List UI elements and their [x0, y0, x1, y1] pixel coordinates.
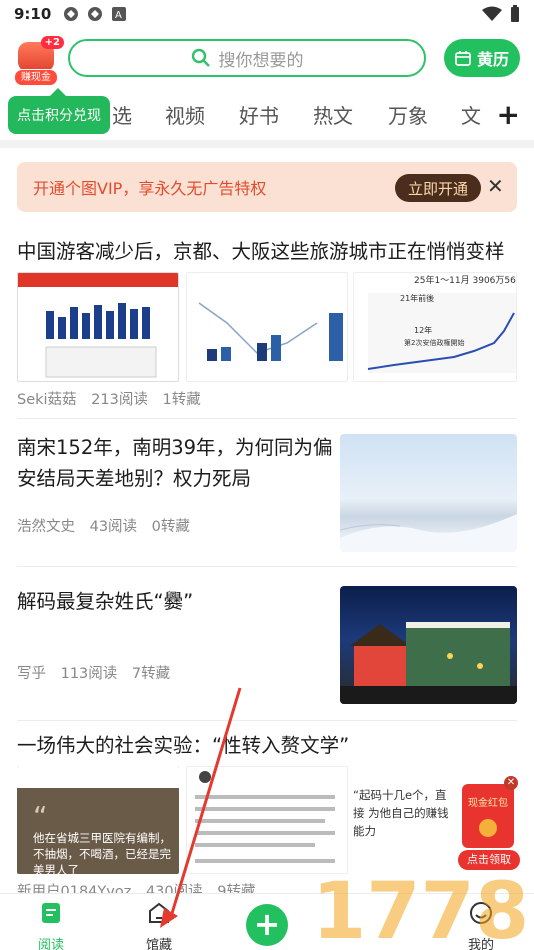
read-icon [42, 903, 60, 923]
article-image: “起码十几e个，直接 为他自己的赚钱能力 [353, 766, 453, 874]
article-meta: 浩然文史 43阅读 0转藏 [17, 515, 200, 536]
article-image [340, 434, 517, 552]
collection-house-icon [149, 902, 169, 923]
article-image [186, 766, 348, 874]
article-shares: 7转藏 [131, 666, 171, 682]
calendar-icon [455, 51, 471, 66]
chart-note: 21年前後 [400, 293, 434, 303]
close-icon[interactable]: ✕ [504, 776, 518, 790]
tab-books[interactable]: 好书 [239, 100, 279, 129]
divider [17, 720, 517, 721]
chart-note: 第2次安倍政権開始 [404, 338, 464, 347]
divider [17, 566, 517, 567]
article-shares: 0转藏 [151, 519, 190, 535]
gift-label: 赚现金 [14, 69, 58, 86]
vip-banner-text: 开通个图VIP，享永久无广告特权 [33, 179, 267, 198]
svg-text:A: A [115, 10, 122, 21]
trend-chart-thumbnail: 25年1～11月 3906万5600 21年前後 12年 第2次安倍政権開始 [367, 274, 517, 373]
article-item[interactable]: 解码最复杂姓氏“爨” [17, 586, 333, 617]
article-image [17, 272, 179, 382]
article-item[interactable]: 南宋152年，南明39年，为何同为偏安结局天差地别？权力死局 [17, 432, 333, 494]
night-building-image [340, 622, 517, 704]
svg-text:1778: 1778 [312, 867, 529, 950]
article-image [340, 586, 517, 704]
article-image [186, 272, 348, 382]
screenshot-header [17, 766, 179, 788]
app-a-icon: A [112, 7, 127, 21]
chart-note: 12年 [414, 325, 432, 335]
almanac-button[interactable]: 黄历 [444, 39, 520, 77]
add-button[interactable]: + [246, 904, 288, 946]
tab-video[interactable]: 视频 [165, 100, 205, 129]
quote-text: 他在省城三甲医院有编制，不抽烟，不喝酒，已经是完美男人了 [33, 831, 171, 874]
coin-icon [479, 819, 497, 837]
earn-cash-button[interactable]: +2 赚现金 [14, 36, 64, 86]
red-packet-card[interactable]: 现金红包 [462, 784, 514, 848]
red-packet-title: 现金红包 [468, 798, 508, 809]
article-title: 中国游客减少后，京都、大阪这些旅游城市正在悄悄变样 [17, 240, 505, 263]
line-bar-chart-thumbnail [198, 302, 343, 361]
cash-red-packet-widget[interactable]: 现金红包 ✕ 点击领取 [458, 776, 520, 870]
vip-open-button[interactable]: 立即开通 [395, 174, 481, 202]
article-reads: 213阅读 [91, 392, 148, 408]
battery-icon [511, 5, 519, 22]
article-title: 解码最复杂姓氏“爨” [17, 590, 194, 613]
almanac-label: 黄历 [476, 50, 509, 69]
nav-collect-label: 馆藏 [146, 938, 173, 950]
text-screenshot-thumbnail [195, 771, 335, 863]
nav-read-label: 阅读 [38, 938, 65, 950]
header: +2 赚现金 搜你想要的 黄历 [0, 30, 534, 90]
article-item[interactable]: 中国游客减少后，京都、大阪这些旅游城市正在悄悄变样 [17, 236, 517, 267]
article-reads: 43阅读 [89, 519, 138, 535]
article-meta: 写乎 113阅读 7转藏 [17, 662, 180, 683]
article-image: 25年1～11月 3906万5600 21年前後 12年 第2次安倍政権開始 [353, 272, 517, 382]
article-title: 一场伟大的社会实验：“性转入赘文学” [17, 734, 350, 757]
snow-landscape-image [340, 514, 517, 552]
bar-chart-thumbnail [45, 303, 157, 378]
site-watermark-logo: 1778 [312, 867, 529, 950]
tab-recommended[interactable]: 选 [112, 100, 132, 129]
app-notification-icon [64, 7, 79, 21]
add-channel-icon[interactable]: + [497, 98, 520, 131]
article-author[interactable]: 写乎 [17, 666, 46, 682]
chart-caption: 25年1～11月 3906万5600 [414, 274, 517, 286]
search-icon [191, 48, 210, 67]
close-icon[interactable]: ✕ [487, 174, 504, 198]
status-time: 9:10 [14, 5, 52, 23]
article-item[interactable]: 一场伟大的社会实验：“性转入赘文学” [17, 730, 517, 761]
right-snippet-text: “起码十几e个，直接 为他自己的赚钱能力 [353, 788, 449, 838]
search-placeholder: 搜你想要的 [218, 50, 304, 71]
divider [17, 418, 517, 419]
gift-badge: +2 [40, 36, 64, 49]
article-meta: Seki菇菇 213阅读 1转藏 [17, 388, 211, 409]
article-title: 南宋152年，南明39年，为何同为偏安结局天差地别？权力死局 [17, 436, 333, 490]
search-input[interactable]: 搜你想要的 [68, 39, 426, 77]
quote-mark-icon: “ [33, 800, 48, 833]
wifi-icon [482, 6, 502, 21]
article-author[interactable]: Seki菇菇 [17, 392, 77, 408]
app-notification-icon-2 [88, 7, 103, 21]
article-author[interactable]: 浩然文史 [17, 519, 75, 535]
status-bar: 9:10 A [0, 0, 534, 28]
vip-banner[interactable]: 开通个图VIP，享永久无广告特权 立即开通 ✕ [17, 162, 517, 212]
article-reads: 113阅读 [60, 666, 118, 682]
nav-collect[interactable]: 馆藏 [146, 900, 172, 950]
points-redeem-tooltip[interactable]: 点击积分兑现 [8, 88, 110, 134]
tab-wanxiang[interactable]: 万象 [388, 100, 428, 129]
tab-culture[interactable]: 文 [461, 100, 481, 129]
article-shares: 1转藏 [162, 392, 201, 408]
section-divider [0, 140, 534, 148]
tab-hot[interactable]: 热文 [313, 100, 353, 129]
nav-read[interactable]: 阅读 [38, 900, 64, 950]
article-image: “ 他在省城三甲医院有编制，不抽烟，不喝酒，已经是完美男人了 [17, 766, 179, 874]
image-header-bar [18, 273, 178, 287]
